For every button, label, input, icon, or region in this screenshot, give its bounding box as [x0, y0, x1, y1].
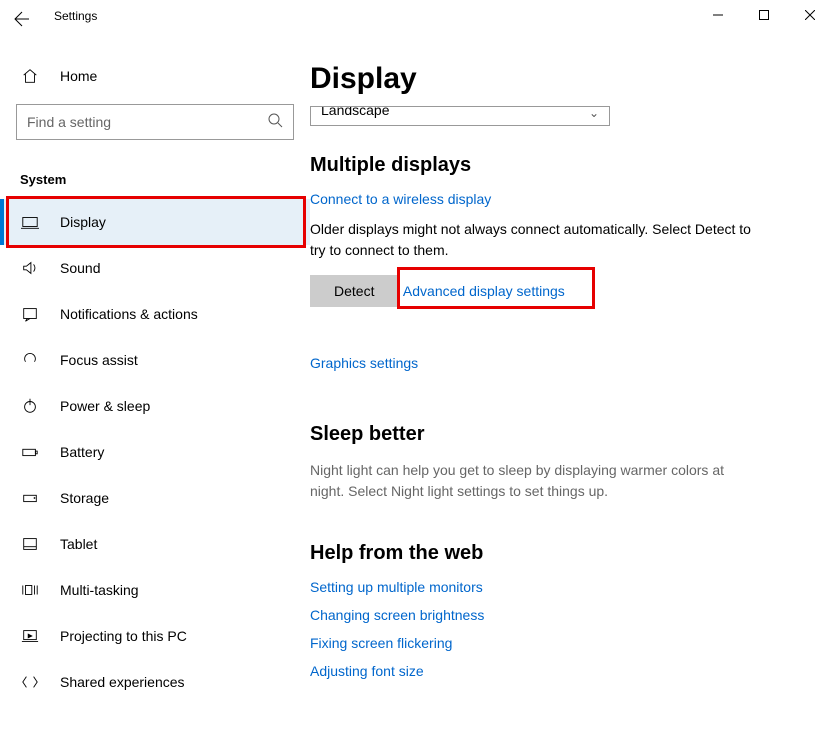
- sidebar: Home System Display Sound Notifications …: [0, 32, 310, 733]
- page-title: Display: [310, 62, 813, 96]
- detect-button[interactable]: Detect: [310, 275, 398, 307]
- graphics-settings-link[interactable]: Graphics settings: [310, 355, 418, 371]
- focus-assist-icon: [20, 350, 40, 370]
- back-button[interactable]: [0, 3, 44, 35]
- orientation-dropdown[interactable]: Landscape ⌄: [310, 106, 610, 126]
- sidebar-item-projecting[interactable]: Projecting to this PC: [0, 613, 310, 659]
- sidebar-item-label: Focus assist: [60, 352, 138, 368]
- help-link-brightness[interactable]: Changing screen brightness: [310, 607, 813, 623]
- display-icon: [20, 212, 40, 232]
- sleep-better-section: Sleep better Night light can help you ge…: [310, 423, 813, 502]
- nav-list: Display Sound Notifications & actions Fo…: [0, 199, 310, 705]
- content-area: Display Landscape ⌄ Multiple displays Co…: [310, 32, 833, 733]
- sidebar-item-sound[interactable]: Sound: [0, 245, 310, 291]
- wireless-display-link[interactable]: Connect to a wireless display: [310, 191, 491, 207]
- sidebar-item-multitasking[interactable]: Multi-tasking: [0, 567, 310, 613]
- sidebar-item-label: Multi-tasking: [60, 582, 139, 598]
- projecting-icon: [20, 626, 40, 646]
- sidebar-item-label: Tablet: [60, 536, 97, 552]
- section-title: Help from the web: [310, 542, 813, 565]
- sidebar-item-battery[interactable]: Battery: [0, 429, 310, 475]
- sidebar-item-display[interactable]: Display: [0, 199, 310, 245]
- sidebar-item-shared-experiences[interactable]: Shared experiences: [0, 659, 310, 705]
- advanced-display-link[interactable]: Advanced display settings: [403, 283, 565, 299]
- app-title: Settings: [54, 9, 97, 23]
- sidebar-item-label: Storage: [60, 490, 109, 506]
- help-link-flickering[interactable]: Fixing screen flickering: [310, 635, 813, 651]
- battery-icon: [20, 442, 40, 462]
- sidebar-item-focus-assist[interactable]: Focus assist: [0, 337, 310, 383]
- section-title: Sleep better: [310, 423, 813, 446]
- help-link-monitors[interactable]: Setting up multiple monitors: [310, 579, 813, 595]
- sidebar-item-power-sleep[interactable]: Power & sleep: [0, 383, 310, 429]
- search-input[interactable]: [27, 114, 267, 130]
- sidebar-item-label: Projecting to this PC: [60, 628, 187, 644]
- close-button[interactable]: [787, 0, 833, 30]
- multitasking-icon: [20, 580, 40, 600]
- sound-icon: [20, 258, 40, 278]
- minimize-button[interactable]: [695, 0, 741, 30]
- orientation-value: Landscape: [321, 106, 390, 118]
- shared-icon: [20, 672, 40, 692]
- sidebar-item-label: Battery: [60, 444, 104, 460]
- help-web-section: Help from the web Setting up multiple mo…: [310, 542, 813, 679]
- notifications-icon: [20, 304, 40, 324]
- detect-description: Older displays might not always connect …: [310, 219, 760, 261]
- home-label: Home: [60, 68, 97, 84]
- maximize-button[interactable]: [741, 0, 787, 30]
- sidebar-item-label: Shared experiences: [60, 674, 185, 690]
- sidebar-item-storage[interactable]: Storage: [0, 475, 310, 521]
- storage-icon: [20, 488, 40, 508]
- sidebar-item-tablet[interactable]: Tablet: [0, 521, 310, 567]
- sidebar-home[interactable]: Home: [0, 56, 310, 96]
- help-link-font-size[interactable]: Adjusting font size: [310, 663, 813, 679]
- category-label: System: [0, 150, 310, 199]
- sleep-better-description: Night light can help you get to sleep by…: [310, 460, 760, 502]
- sidebar-item-label: Sound: [60, 260, 100, 276]
- multiple-displays-section: Multiple displays Connect to a wireless …: [310, 154, 813, 383]
- section-title: Multiple displays: [310, 154, 813, 177]
- chevron-down-icon: ⌄: [589, 106, 599, 120]
- window-controls: [695, 0, 833, 30]
- search-box[interactable]: [16, 104, 294, 140]
- home-icon: [20, 66, 40, 86]
- sidebar-item-label: Notifications & actions: [60, 306, 198, 322]
- search-icon: [267, 112, 283, 133]
- sidebar-item-label: Display: [60, 214, 106, 230]
- titlebar: Settings: [0, 0, 833, 32]
- sidebar-item-notifications[interactable]: Notifications & actions: [0, 291, 310, 337]
- sidebar-item-label: Power & sleep: [60, 398, 150, 414]
- power-icon: [20, 396, 40, 416]
- tablet-icon: [20, 534, 40, 554]
